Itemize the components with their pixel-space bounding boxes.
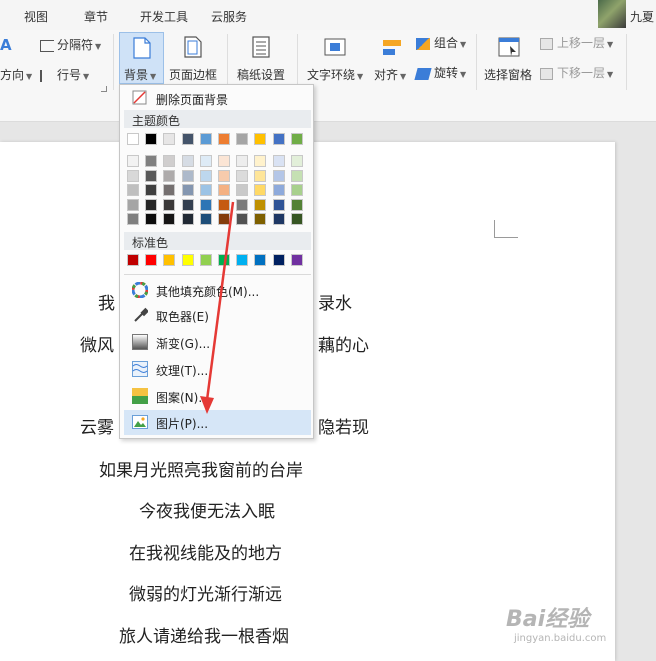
watermark-url: jingyan.baidu.com bbox=[514, 633, 607, 644]
watermark-logo: Bai经验 bbox=[506, 607, 590, 632]
annotation-arrow bbox=[200, 201, 235, 414]
